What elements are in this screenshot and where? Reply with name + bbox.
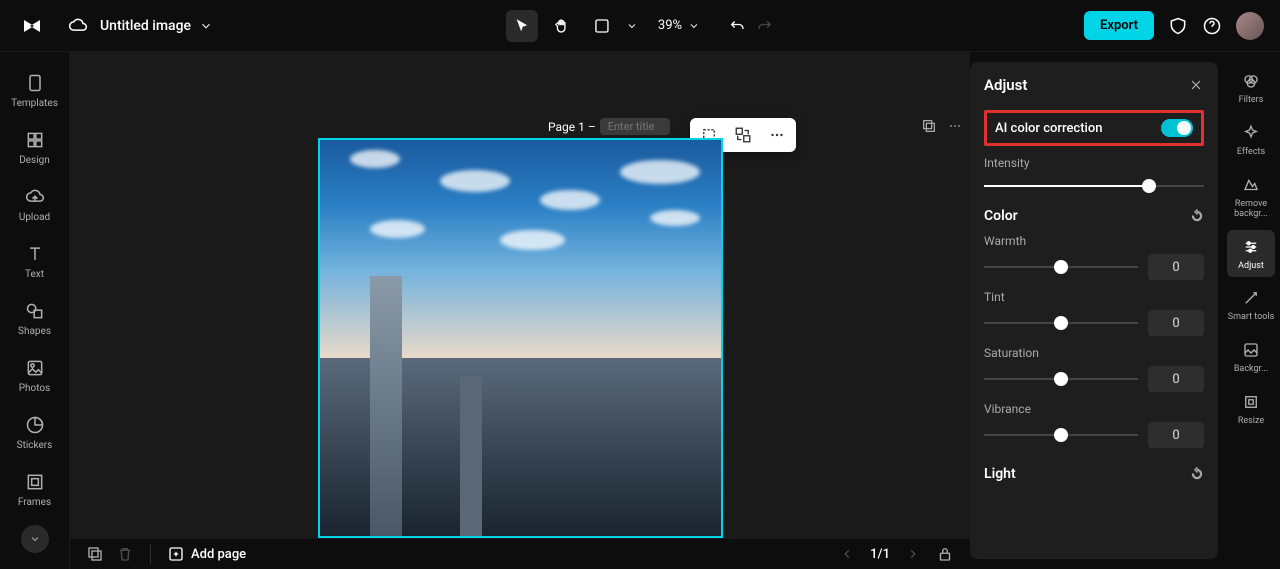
sidebar-item-frames[interactable]: Frames xyxy=(5,463,65,516)
select-tool[interactable] xyxy=(506,10,538,42)
chevron-down-icon[interactable] xyxy=(688,20,700,32)
warmth-control: Warmth 0 xyxy=(984,234,1204,280)
redo-button[interactable] xyxy=(756,17,774,35)
right-sidebar: Filters Effects Remove backgr... Adjust … xyxy=(1222,52,1280,569)
warmth-label: Warmth xyxy=(984,234,1204,248)
app-logo[interactable] xyxy=(16,10,48,42)
expand-sidebar-button[interactable] xyxy=(21,525,49,553)
saturation-control: Saturation 0 xyxy=(984,346,1204,392)
ai-color-toggle[interactable] xyxy=(1161,119,1193,137)
right-label: Effects xyxy=(1237,148,1265,158)
sidebar-label: Design xyxy=(19,155,50,166)
right-item-background[interactable]: Backgr... xyxy=(1227,333,1275,381)
prev-page-button[interactable] xyxy=(840,547,854,561)
lock-icon[interactable] xyxy=(936,545,954,563)
sidebar-label: Upload xyxy=(19,212,50,223)
vibrance-slider[interactable] xyxy=(984,427,1138,443)
sidebar-item-shapes[interactable]: Shapes xyxy=(5,292,65,345)
sidebar-item-design[interactable]: Design xyxy=(5,121,65,174)
pages-icon[interactable] xyxy=(86,545,104,563)
tint-control: Tint 0 xyxy=(984,290,1204,336)
top-bar: Untitled image 39% Export xyxy=(0,0,1280,52)
tint-value[interactable]: 0 xyxy=(1148,310,1204,336)
add-page-button[interactable]: Add page xyxy=(167,545,246,563)
zoom-level[interactable]: 39% xyxy=(658,18,682,33)
adjust-panel: Adjust AI color correction Intensity Col… xyxy=(970,62,1218,559)
help-icon[interactable] xyxy=(1202,16,1222,36)
sidebar-label: Text xyxy=(25,269,44,280)
right-label: Filters xyxy=(1239,96,1264,106)
trash-icon[interactable] xyxy=(116,545,134,563)
undo-button[interactable] xyxy=(728,17,746,35)
warmth-slider[interactable] xyxy=(984,259,1138,275)
close-icon[interactable] xyxy=(1188,77,1204,93)
user-avatar[interactable] xyxy=(1236,12,1264,40)
sidebar-item-templates[interactable]: Templates xyxy=(5,64,65,117)
ai-color-label: AI color correction xyxy=(995,121,1102,136)
sidebar-label: Templates xyxy=(11,98,58,109)
warmth-value[interactable]: 0 xyxy=(1148,254,1204,280)
bottom-bar: Add page 1/1 xyxy=(70,538,970,569)
vibrance-control: Vibrance 0 xyxy=(984,402,1204,448)
hand-tool[interactable] xyxy=(546,10,578,42)
left-sidebar: Templates Design Upload Text Shapes Phot… xyxy=(0,52,70,569)
reset-icon[interactable] xyxy=(1190,467,1204,481)
cloud-sync-icon[interactable] xyxy=(68,16,88,36)
chevron-down-icon[interactable] xyxy=(626,20,638,32)
intensity-label: Intensity xyxy=(984,156,1204,170)
saturation-value[interactable]: 0 xyxy=(1148,366,1204,392)
document-title[interactable]: Untitled image xyxy=(100,18,191,34)
sidebar-label: Stickers xyxy=(17,440,53,451)
saturation-label: Saturation xyxy=(984,346,1204,360)
page-counter: 1/1 xyxy=(870,547,890,562)
shield-icon[interactable] xyxy=(1168,16,1188,36)
right-item-adjust[interactable]: Adjust xyxy=(1227,230,1275,278)
right-item-smart-tools[interactable]: Smart tools xyxy=(1227,281,1275,329)
ai-color-correction-row: AI color correction xyxy=(984,110,1204,146)
next-page-button[interactable] xyxy=(906,547,920,561)
frame-tool[interactable] xyxy=(586,10,618,42)
reset-icon[interactable] xyxy=(1190,209,1204,223)
right-label: Backgr... xyxy=(1234,365,1268,375)
selected-image[interactable] xyxy=(318,138,723,538)
right-item-effects[interactable]: Effects xyxy=(1227,116,1275,164)
sidebar-label: Frames xyxy=(18,497,51,508)
sidebar-label: Shapes xyxy=(18,326,51,337)
right-item-remove-bg[interactable]: Remove backgr... xyxy=(1227,168,1275,226)
tint-label: Tint xyxy=(984,290,1204,304)
vibrance-label: Vibrance xyxy=(984,402,1204,416)
chevron-down-icon[interactable] xyxy=(199,19,213,33)
right-label: Adjust xyxy=(1238,262,1264,272)
right-label: Smart tools xyxy=(1228,313,1275,323)
export-button[interactable]: Export xyxy=(1084,11,1154,40)
sidebar-label: Photos xyxy=(19,383,51,394)
color-section-title: Color xyxy=(984,208,1018,224)
vibrance-value[interactable]: 0 xyxy=(1148,422,1204,448)
intensity-slider[interactable] xyxy=(984,178,1204,194)
right-label: Remove backgr... xyxy=(1227,200,1275,220)
sidebar-item-photos[interactable]: Photos xyxy=(5,349,65,402)
right-item-filters[interactable]: Filters xyxy=(1227,64,1275,112)
light-section-title: Light xyxy=(984,466,1016,482)
add-page-label: Add page xyxy=(191,547,246,562)
sidebar-item-upload[interactable]: Upload xyxy=(5,178,65,231)
saturation-slider[interactable] xyxy=(984,371,1138,387)
panel-title: Adjust xyxy=(984,76,1027,94)
sidebar-item-text[interactable]: Text xyxy=(5,235,65,288)
sidebar-item-stickers[interactable]: Stickers xyxy=(5,406,65,459)
right-item-resize[interactable]: Resize xyxy=(1227,385,1275,433)
tint-slider[interactable] xyxy=(984,315,1138,331)
canvas-tools: 39% xyxy=(506,10,774,42)
right-label: Resize xyxy=(1238,417,1264,427)
canvas-area: Page 1 – xyxy=(70,52,970,569)
